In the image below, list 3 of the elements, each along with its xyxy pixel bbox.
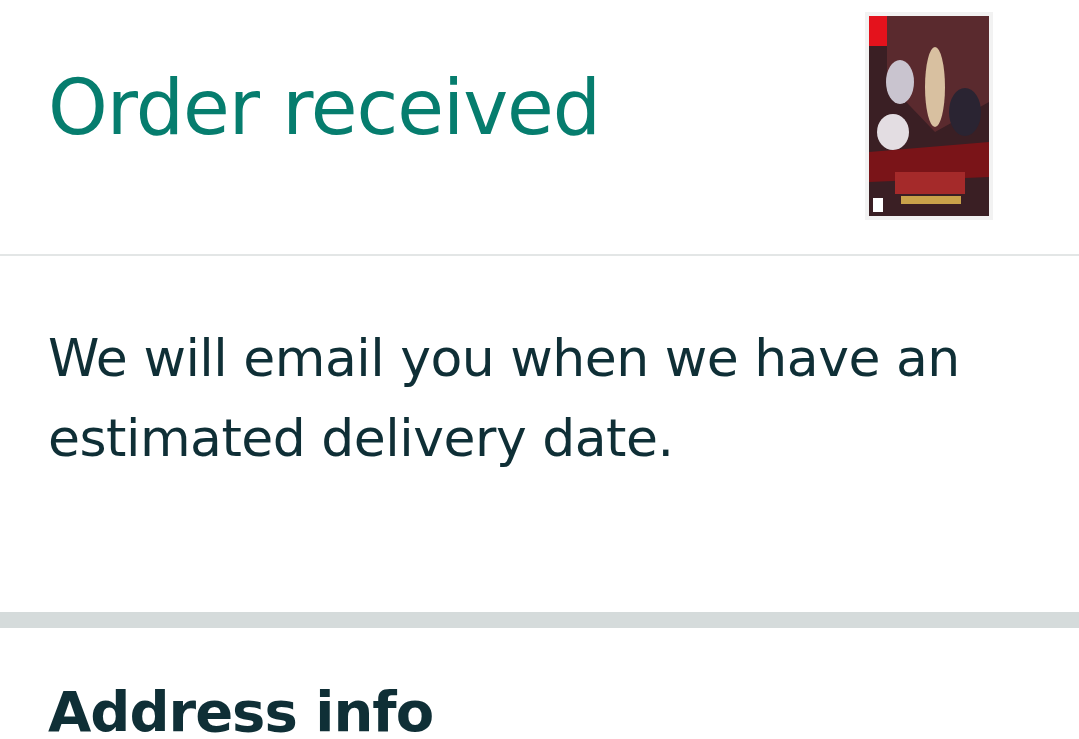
- section-heading: Address info: [48, 678, 435, 739]
- order-status-title: Order received: [48, 66, 601, 150]
- delivery-message: We will email you when we have an estimated delivery date.: [48, 327, 961, 470]
